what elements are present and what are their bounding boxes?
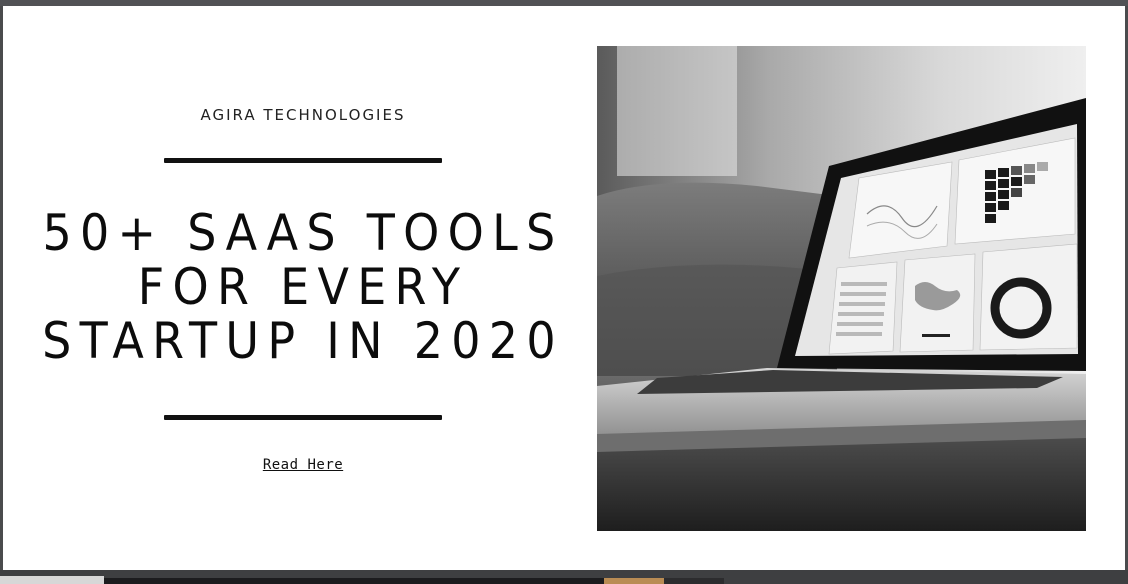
bottom-strip-segment [664,578,724,584]
title-line-3: STARTUP IN 2020 [42,312,564,370]
hero-image [597,46,1086,531]
bottom-strip-segment [104,578,604,584]
page-title: 50+ SAAS TOOLS FOR EVERY STARTUP IN 2020 [27,206,579,368]
bottom-divider [164,415,442,420]
title-line-2: FOR EVERY [137,258,469,316]
laptop-dashboard-photo-icon [597,46,1086,531]
title-line-1: 50+ SAAS TOOLS [42,204,564,262]
slide-canvas: AGIRA TECHNOLOGIES 50+ SAAS TOOLS FOR EV… [3,6,1125,570]
bottom-strip-segment [604,578,664,584]
bottom-strip-segment [0,576,104,584]
bottom-window-strip [0,570,1128,584]
text-column: AGIRA TECHNOLOGIES 50+ SAAS TOOLS FOR EV… [3,6,603,570]
brand-name: AGIRA TECHNOLOGIES [200,106,406,124]
cta-container: Read Here [3,454,603,473]
read-here-link[interactable]: Read Here [263,457,343,473]
top-divider [164,158,442,163]
